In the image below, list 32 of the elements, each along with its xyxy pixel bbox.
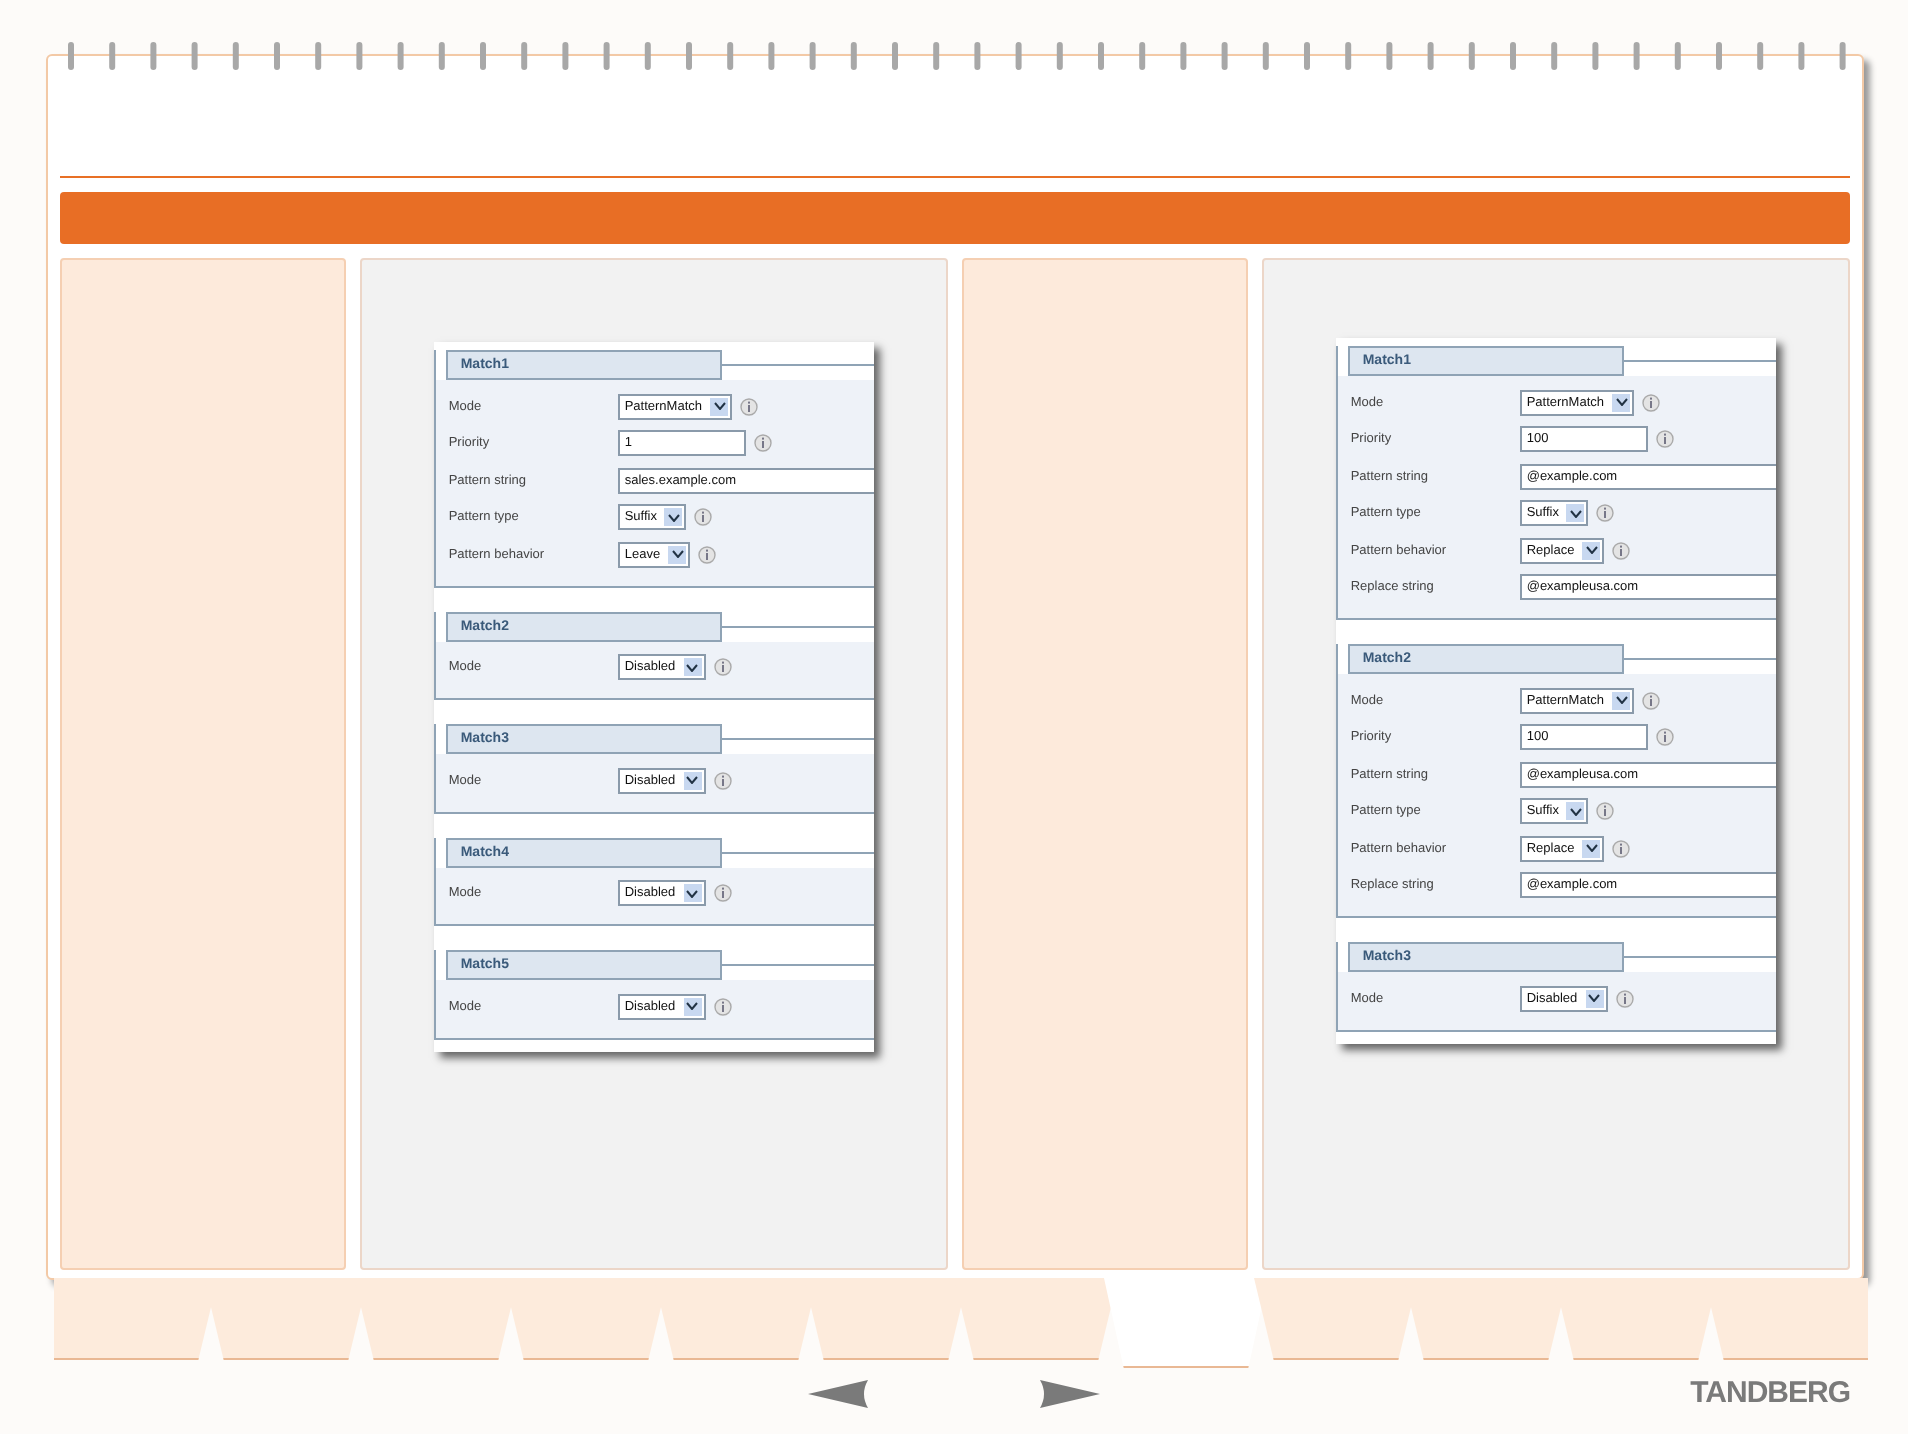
caret-icon [683,997,702,1016]
caret-icon [710,397,729,416]
caret-icon [1582,541,1601,560]
caret-icon [1582,839,1601,858]
caret-icon [1585,989,1604,1008]
info-icon[interactable] [1615,989,1634,1008]
info-icon[interactable] [1642,393,1661,412]
caret-icon [664,508,683,527]
info-icon[interactable] [713,658,732,677]
info-icon[interactable] [754,434,773,453]
info-icon[interactable] [713,771,732,790]
info-icon[interactable] [1656,430,1675,449]
info-icon[interactable] [1612,839,1631,858]
info-icon[interactable] [1596,802,1615,821]
info-icon[interactable] [698,545,717,564]
caret-icon [1566,504,1585,523]
caret-icon [668,545,687,564]
info-icon[interactable] [740,397,759,416]
caret-icon [683,771,702,790]
caret-icon [1566,802,1585,821]
info-icon[interactable] [1612,541,1631,560]
info-icon[interactable] [1656,728,1675,747]
info-icon[interactable] [694,508,713,527]
info-icon[interactable] [713,997,732,1016]
caret-icon [683,884,702,903]
info-icon[interactable] [1642,691,1661,710]
info-icon[interactable] [713,884,732,903]
caret-icon [683,658,702,677]
caret-icon [1612,393,1631,412]
brand-logo: TANDBERG [1690,1376,1850,1410]
info-icon[interactable] [1596,504,1615,523]
caret-icon [1612,691,1631,710]
